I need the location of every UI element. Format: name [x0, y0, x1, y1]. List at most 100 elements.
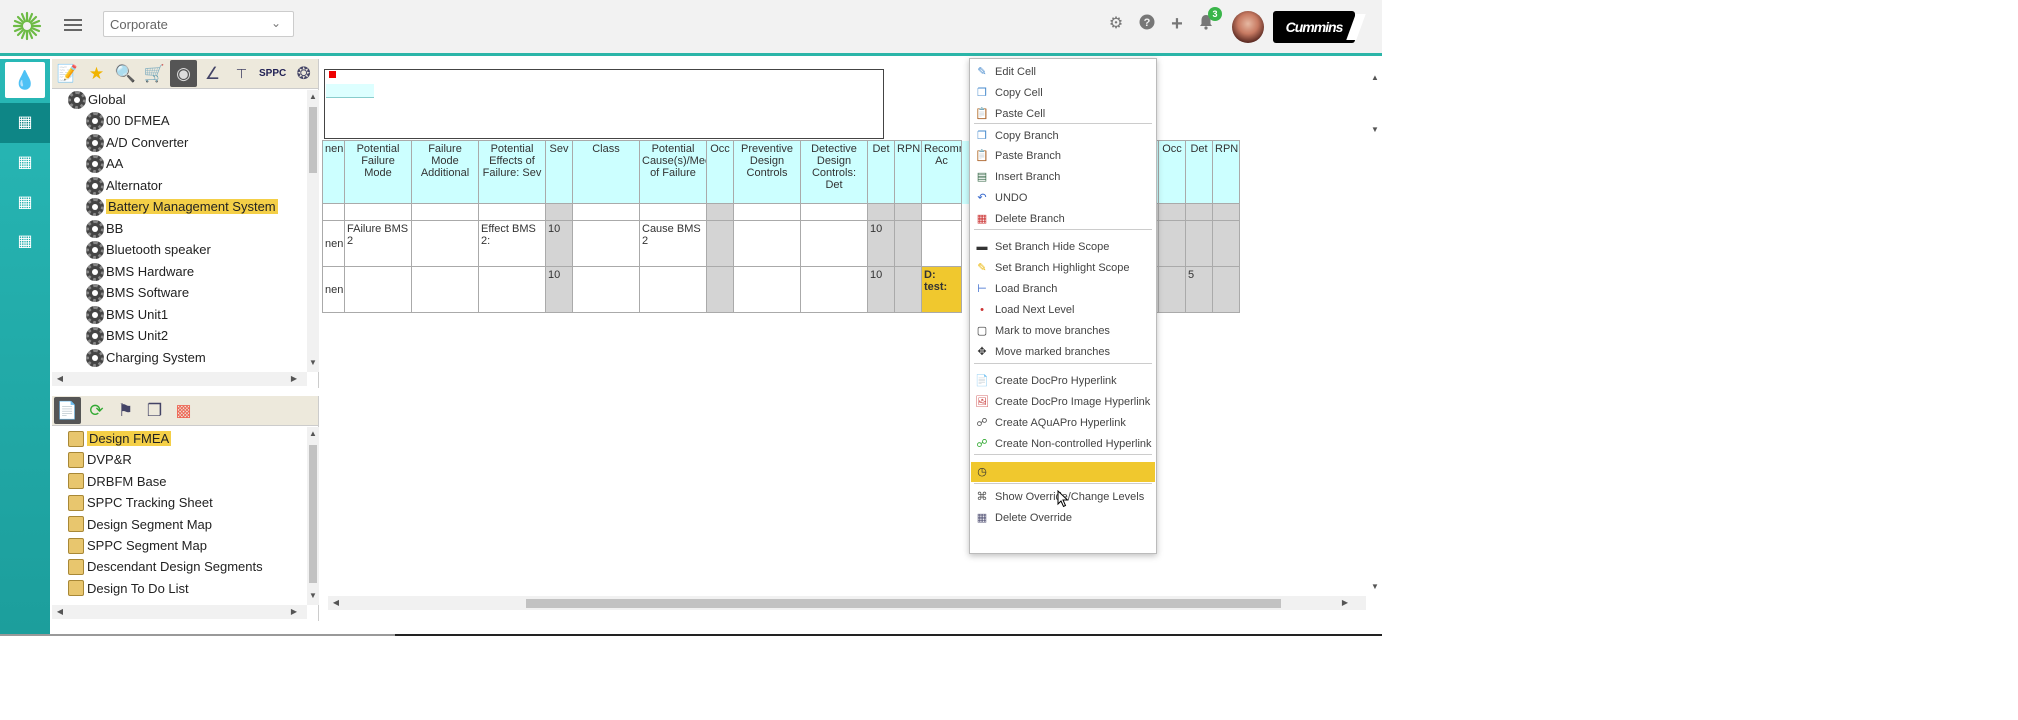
- tree-vertical-scrollbar[interactable]: ▲ ▼: [307, 90, 319, 372]
- grid-cell[interactable]: [572, 203, 640, 221]
- grid-cell[interactable]: [1158, 266, 1186, 313]
- worksheet-vertical-scrollbar[interactable]: ▼: [1369, 142, 1381, 594]
- tree-node[interactable]: BMS Software: [86, 282, 189, 303]
- cell-edit-field[interactable]: [326, 84, 374, 98]
- grid-cell[interactable]: FAilure BMS 2: [344, 220, 412, 267]
- grid-cell[interactable]: [706, 203, 734, 221]
- context-menu-item[interactable]: ❐ Copy Branch: [971, 126, 1155, 146]
- compass-icon[interactable]: ∠: [199, 60, 226, 87]
- tree-horizontal-scrollbar[interactable]: ◀ ▶: [52, 372, 307, 386]
- droplet-icon[interactable]: 💧: [5, 62, 45, 98]
- document-list-item[interactable]: SPPC Tracking Sheet: [68, 492, 213, 513]
- grid-cell[interactable]: [411, 203, 479, 221]
- grid-cell[interactable]: 10: [867, 266, 895, 313]
- context-menu-item[interactable]: ◷: [971, 462, 1155, 482]
- grid-cell[interactable]: [639, 203, 707, 221]
- document-edit-icon[interactable]: 📄: [54, 397, 81, 424]
- scroll-down-arrow-icon[interactable]: ▼: [1369, 125, 1381, 134]
- grid-cell[interactable]: [706, 266, 734, 313]
- grid-cell[interactable]: [478, 266, 546, 313]
- scroll-left-arrow-icon[interactable]: ◀: [330, 598, 342, 607]
- scroll-right-arrow-icon[interactable]: ▶: [1339, 598, 1351, 607]
- help-icon[interactable]: ?: [1137, 14, 1157, 34]
- grid-cell[interactable]: [894, 220, 922, 267]
- user-avatar[interactable]: [1232, 11, 1264, 43]
- scroll-down-arrow-icon[interactable]: ▼: [307, 358, 319, 367]
- grid-cell[interactable]: [894, 203, 922, 221]
- tree-node[interactable]: BB: [86, 218, 123, 239]
- document-list-item[interactable]: DRBFM Base: [68, 471, 166, 492]
- favorites-star-icon[interactable]: ★: [83, 60, 110, 87]
- document-list-item[interactable]: Descendant Design Segments: [68, 556, 263, 577]
- context-menu-item[interactable]: ▢ Mark to move branches: [971, 321, 1155, 341]
- tree-node[interactable]: AA: [86, 153, 123, 174]
- tree-node[interactable]: Alternator: [86, 175, 162, 196]
- context-menu-item[interactable]: ⊢ Load Branch: [971, 279, 1155, 299]
- grid-cell[interactable]: D: test:: [921, 266, 962, 313]
- hierarchy-icon[interactable]: ⊤: [228, 60, 255, 87]
- grid-cell[interactable]: nen: [322, 266, 345, 313]
- grid-cell[interactable]: [800, 203, 868, 221]
- grid-cell[interactable]: [894, 266, 922, 313]
- tree-node[interactable]: BMS Hardware: [86, 261, 194, 282]
- grid-cell[interactable]: [411, 220, 479, 267]
- sppc-button[interactable]: SPPC: [257, 68, 288, 79]
- grid-cell[interactable]: [1212, 220, 1240, 267]
- building-icon[interactable]: ▦: [0, 103, 50, 143]
- search-magnifier-icon[interactable]: 🔍: [112, 60, 139, 87]
- grid-cell[interactable]: [800, 266, 868, 313]
- tree-node[interactable]: Global: [68, 89, 126, 110]
- context-menu-item[interactable]: ▬ Set Branch Hide Scope: [971, 237, 1155, 257]
- tree-node[interactable]: 00 DFMEA: [86, 110, 170, 131]
- grid-cell[interactable]: 5: [1185, 266, 1213, 313]
- scroll-down-arrow-icon[interactable]: ▼: [307, 591, 319, 600]
- grid-cell[interactable]: 10: [545, 266, 573, 313]
- grid-cell[interactable]: [572, 266, 640, 313]
- grid-cell[interactable]: [572, 220, 640, 267]
- context-menu-item[interactable]: 🖼 Create DocPro Image Hyperlink: [971, 392, 1155, 412]
- grid-cell[interactable]: Cause BMS 2: [639, 220, 707, 267]
- add-plus-icon[interactable]: +: [1167, 14, 1187, 34]
- scroll-right-arrow-icon[interactable]: ▶: [288, 607, 300, 616]
- scroll-thumb[interactable]: [309, 107, 317, 173]
- grid-cell[interactable]: 10: [545, 220, 573, 267]
- grid-cell[interactable]: [800, 220, 868, 267]
- grid-cell[interactable]: Effect BMS 2:: [478, 220, 546, 267]
- scroll-thumb[interactable]: [526, 599, 1281, 608]
- context-menu-item[interactable]: ▦ Delete Override: [971, 508, 1155, 528]
- context-menu-item[interactable]: ✥ Move marked branches: [971, 342, 1155, 362]
- grid-cell[interactable]: 10: [867, 220, 895, 267]
- document-list-item[interactable]: Design Segment Map: [68, 514, 212, 535]
- tree-node[interactable]: A/D Converter: [86, 132, 188, 153]
- target-icon[interactable]: ◉: [170, 60, 197, 87]
- tree-node[interactable]: Charging System: [86, 347, 206, 368]
- settings-gear-icon[interactable]: ⚙: [1106, 14, 1126, 34]
- tree-node[interactable]: Bluetooth speaker: [86, 239, 211, 260]
- grid-cell[interactable]: [1158, 203, 1186, 221]
- grid-cell[interactable]: [733, 266, 801, 313]
- grid-cell[interactable]: [478, 203, 546, 221]
- grid-cell[interactable]: [733, 203, 801, 221]
- organization-select[interactable]: Corporate ⌄: [103, 11, 294, 37]
- worksheet-top-vertical-scrollbar[interactable]: ▲ ▼: [1369, 73, 1381, 135]
- document-list-item[interactable]: Design To Do List: [68, 578, 189, 599]
- context-menu-item[interactable]: 📋 Paste Cell: [971, 104, 1155, 124]
- documents-horizontal-scrollbar[interactable]: ◀ ▶: [52, 605, 307, 619]
- grid-cell[interactable]: [1212, 266, 1240, 313]
- refresh-icon[interactable]: ⟳: [83, 397, 110, 424]
- grid-cell[interactable]: [344, 203, 412, 221]
- context-menu-item[interactable]: 📋 Paste Branch: [971, 146, 1155, 166]
- document-list-item[interactable]: SPPC Segment Map: [68, 535, 207, 556]
- cart-icon[interactable]: 🛒: [141, 60, 168, 87]
- grid-cell[interactable]: [921, 220, 962, 267]
- tree-node[interactable]: BMS Unit2: [86, 325, 168, 346]
- context-menu-item[interactable]: ❐ Copy Cell: [971, 83, 1155, 103]
- grid-cell[interactable]: [921, 203, 962, 221]
- scroll-down-arrow-icon[interactable]: ▼: [1369, 582, 1381, 591]
- stack-documents-icon[interactable]: ❐: [141, 397, 168, 424]
- grid-cell[interactable]: [733, 220, 801, 267]
- scroll-up-arrow-icon[interactable]: ▲: [307, 92, 319, 101]
- building-icon[interactable]: ▦: [0, 143, 50, 183]
- app-logo-icon[interactable]: [12, 11, 42, 41]
- grid-cell[interactable]: [1212, 203, 1240, 221]
